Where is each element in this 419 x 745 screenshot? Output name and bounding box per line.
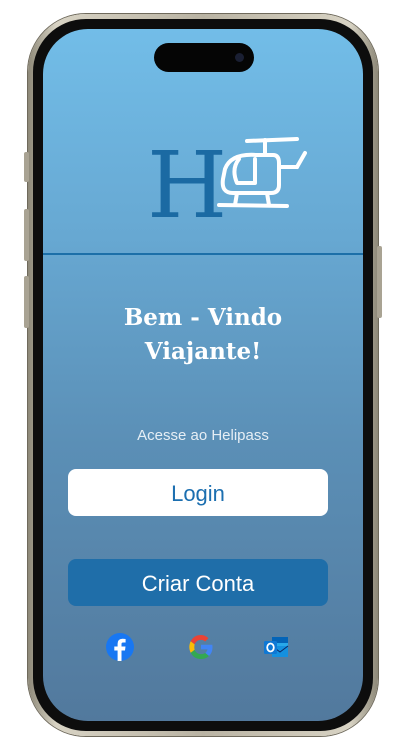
helicopter-logo-icon: H [147, 132, 307, 239]
helipass-logo: H [147, 132, 307, 239]
subtitle-text: Acesse ao Helipass [137, 427, 269, 444]
volume-up-button [24, 209, 29, 261]
dynamic-island [154, 43, 254, 72]
welcome-heading: Bem - Vindo Viajante! [43, 301, 363, 369]
phone-bezel: H Bem - Vindo Viajante! Acesse ao Helipa… [33, 19, 373, 731]
divider-line [43, 253, 363, 255]
outlook-icon[interactable] [262, 633, 290, 661]
create-account-button[interactable]: Criar Conta [68, 559, 328, 606]
login-button[interactable]: Login [68, 469, 328, 516]
google-icon[interactable] [187, 633, 215, 661]
phone-frame: H Bem - Vindo Viajante! Acesse ao Helipa… [24, 14, 382, 736]
action-button [24, 152, 29, 182]
camera-icon [235, 53, 244, 62]
welcome-line-2: Viajante! [144, 338, 262, 365]
welcome-line-1: Bem - Vindo [123, 304, 283, 331]
power-button [377, 246, 382, 318]
svg-text:H: H [147, 133, 227, 223]
facebook-icon[interactable] [106, 633, 134, 661]
app-screen: H Bem - Vindo Viajante! Acesse ao Helipa… [43, 29, 363, 721]
volume-down-button [24, 276, 29, 328]
